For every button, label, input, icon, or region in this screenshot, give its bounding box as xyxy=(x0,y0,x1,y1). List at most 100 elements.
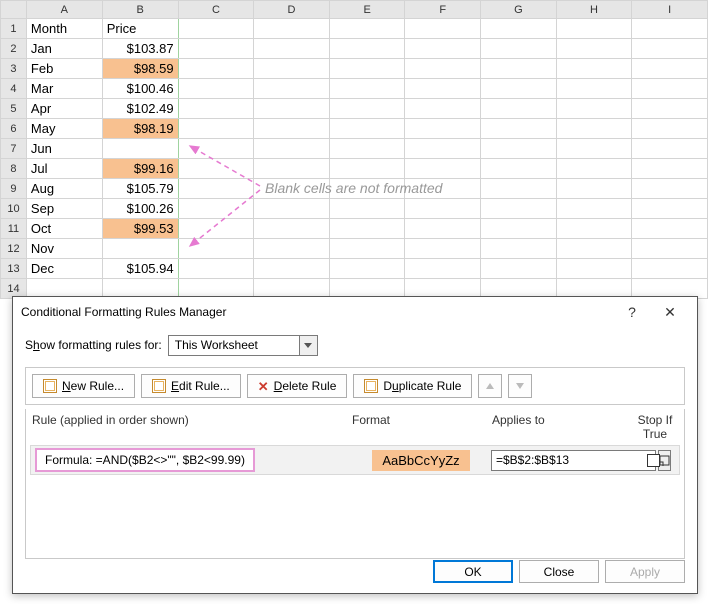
row-header[interactable]: 5 xyxy=(1,99,27,119)
cell[interactable] xyxy=(329,199,405,219)
cell[interactable] xyxy=(254,119,330,139)
cell[interactable] xyxy=(481,99,557,119)
delete-rule-button[interactable]: ✕Delete Rule xyxy=(247,374,348,398)
cell[interactable]: Nov xyxy=(26,239,102,259)
row-header[interactable]: 10 xyxy=(1,199,27,219)
cell[interactable] xyxy=(481,179,557,199)
cell[interactable] xyxy=(405,219,481,239)
cell[interactable] xyxy=(556,39,632,59)
cell[interactable] xyxy=(178,99,254,119)
spreadsheet-grid[interactable]: A B C D E F G H I 1MonthPrice2Jan$103.87… xyxy=(0,0,708,299)
cell[interactable]: $105.94 xyxy=(102,259,178,279)
cell[interactable] xyxy=(329,239,405,259)
cell[interactable] xyxy=(178,59,254,79)
cell[interactable] xyxy=(329,99,405,119)
cell[interactable] xyxy=(632,179,708,199)
cell[interactable] xyxy=(329,39,405,59)
move-down-button[interactable] xyxy=(508,374,532,398)
col-header-H[interactable]: H xyxy=(556,1,632,19)
cell[interactable]: Jan xyxy=(26,39,102,59)
cell[interactable] xyxy=(405,139,481,159)
cell[interactable] xyxy=(405,19,481,39)
cell[interactable] xyxy=(254,139,330,159)
cell[interactable]: $105.79 xyxy=(102,179,178,199)
cell[interactable] xyxy=(254,19,330,39)
row-header[interactable]: 9 xyxy=(1,179,27,199)
cell[interactable] xyxy=(481,259,557,279)
cell[interactable]: $99.53 xyxy=(102,219,178,239)
cell[interactable] xyxy=(329,59,405,79)
cell[interactable] xyxy=(632,19,708,39)
row-header[interactable]: 7 xyxy=(1,139,27,159)
row-header[interactable]: 13 xyxy=(1,259,27,279)
cell[interactable] xyxy=(254,219,330,239)
cell[interactable] xyxy=(178,179,254,199)
cell[interactable] xyxy=(632,239,708,259)
cell[interactable] xyxy=(405,39,481,59)
cell[interactable]: Price xyxy=(102,19,178,39)
scope-select[interactable]: This Worksheet xyxy=(168,335,318,356)
cell[interactable] xyxy=(632,39,708,59)
stop-if-true-checkbox[interactable] xyxy=(647,454,660,467)
cell[interactable] xyxy=(632,219,708,239)
close-button[interactable]: Close xyxy=(519,560,599,583)
cell[interactable] xyxy=(178,119,254,139)
cell[interactable] xyxy=(481,159,557,179)
cell[interactable] xyxy=(481,199,557,219)
cell[interactable] xyxy=(178,79,254,99)
cell[interactable] xyxy=(556,79,632,99)
cell[interactable] xyxy=(254,239,330,259)
cell[interactable] xyxy=(405,239,481,259)
cell[interactable] xyxy=(481,219,557,239)
apply-button[interactable]: Apply xyxy=(605,560,685,583)
cell[interactable]: Dec xyxy=(26,259,102,279)
cell[interactable] xyxy=(481,139,557,159)
cell[interactable] xyxy=(556,99,632,119)
cell[interactable] xyxy=(254,79,330,99)
cell[interactable] xyxy=(556,19,632,39)
rule-row[interactable]: Formula: =AND($B2<>"", $B2<99.99) AaBbCc… xyxy=(30,445,680,475)
cell[interactable] xyxy=(632,59,708,79)
cell[interactable] xyxy=(254,159,330,179)
cell[interactable]: Oct xyxy=(26,219,102,239)
cell[interactable] xyxy=(405,259,481,279)
cell[interactable]: $98.59 xyxy=(102,59,178,79)
cell[interactable]: Apr xyxy=(26,99,102,119)
row-header[interactable]: 11 xyxy=(1,219,27,239)
cell[interactable] xyxy=(102,239,178,259)
cell[interactable] xyxy=(556,259,632,279)
row-header[interactable]: 12 xyxy=(1,239,27,259)
col-header-D[interactable]: D xyxy=(254,1,330,19)
new-rule-button[interactable]: New Rule... xyxy=(32,374,135,398)
cell[interactable] xyxy=(329,139,405,159)
help-button[interactable]: ? xyxy=(613,298,651,326)
edit-rule-button[interactable]: Edit Rule... xyxy=(141,374,241,398)
cell[interactable] xyxy=(254,259,330,279)
cell[interactable] xyxy=(329,79,405,99)
cell[interactable] xyxy=(556,119,632,139)
cell[interactable] xyxy=(632,159,708,179)
cell[interactable] xyxy=(632,259,708,279)
cell[interactable] xyxy=(329,159,405,179)
col-header-I[interactable]: I xyxy=(632,1,708,19)
cell[interactable] xyxy=(405,99,481,119)
col-header-E[interactable]: E xyxy=(329,1,405,19)
cell[interactable] xyxy=(481,59,557,79)
cell[interactable] xyxy=(632,119,708,139)
cell[interactable] xyxy=(178,239,254,259)
col-header-A[interactable]: A xyxy=(26,1,102,19)
cell[interactable] xyxy=(405,119,481,139)
cell[interactable] xyxy=(481,239,557,259)
cell[interactable]: Sep xyxy=(26,199,102,219)
row-header[interactable]: 8 xyxy=(1,159,27,179)
cell[interactable] xyxy=(481,39,557,59)
cell[interactable]: Jun xyxy=(26,139,102,159)
cell[interactable]: Aug xyxy=(26,179,102,199)
cell[interactable] xyxy=(556,159,632,179)
cell[interactable] xyxy=(329,259,405,279)
cell[interactable] xyxy=(405,199,481,219)
cell[interactable] xyxy=(178,139,254,159)
cell[interactable]: $102.49 xyxy=(102,99,178,119)
cell[interactable]: $100.46 xyxy=(102,79,178,99)
cell[interactable] xyxy=(178,39,254,59)
